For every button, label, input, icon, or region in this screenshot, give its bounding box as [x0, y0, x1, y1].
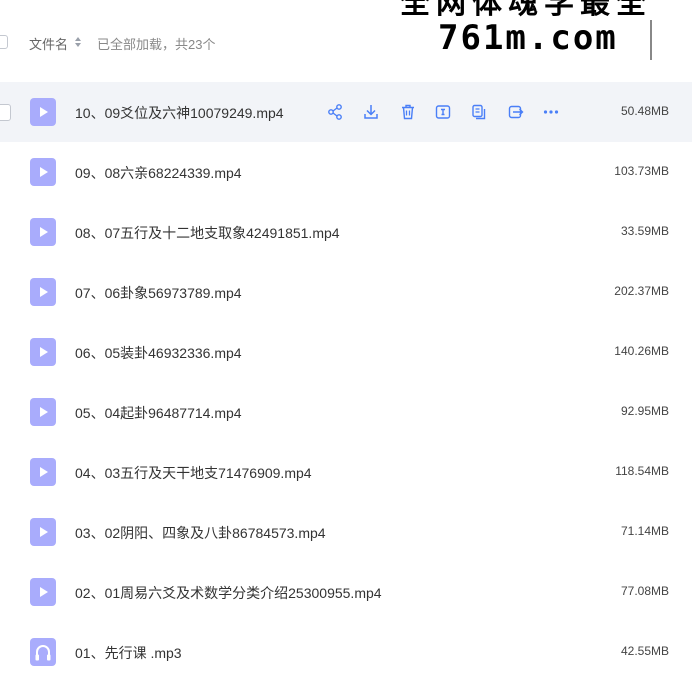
video-file-icon	[30, 98, 56, 126]
file-name[interactable]: 02、01周易六爻及术数学分类介绍25300955.mp4	[75, 583, 382, 603]
file-name[interactable]: 06、05装卦46932336.mp4	[75, 343, 242, 363]
file-name[interactable]: 09、08六亲68224339.mp4	[75, 163, 242, 183]
file-size: 42.55MB	[620, 644, 669, 658]
file-row[interactable]: 05、04起卦96487714.mp4 92.95MB	[0, 382, 692, 442]
video-file-icon	[30, 158, 56, 186]
file-size: 202.37MB	[614, 284, 669, 298]
file-name[interactable]: 03、02阴阳、四象及八卦86784573.mp4	[75, 523, 326, 543]
file-row[interactable]: 07、06卦象56973789.mp4 202.37MB	[0, 262, 692, 322]
rename-icon[interactable]	[434, 103, 452, 121]
sort-icon[interactable]	[74, 36, 82, 48]
video-file-icon	[30, 518, 56, 546]
file-row[interactable]: 01、先行课 .mp3 42.55MB	[0, 622, 692, 682]
row-checkbox[interactable]	[0, 104, 11, 121]
file-size: 92.95MB	[620, 404, 669, 418]
file-size: 71.14MB	[620, 524, 669, 538]
file-list: 10、09爻位及六神10079249.mp4 50.48MB 09、08六亲6822…	[0, 82, 692, 682]
select-all-checkbox[interactable]	[0, 35, 8, 49]
file-size: 118.54MB	[615, 464, 669, 478]
file-name[interactable]: 07、06卦象56973789.mp4	[75, 283, 242, 303]
delete-icon[interactable]	[399, 103, 417, 121]
file-row[interactable]: 09、08六亲68224339.mp4 103.73MB	[0, 142, 692, 202]
file-row[interactable]: 10、09爻位及六神10079249.mp4 50.48MB	[0, 82, 692, 142]
video-file-icon	[30, 218, 56, 246]
share-icon[interactable]	[326, 103, 344, 121]
file-row[interactable]: 06、05装卦46932336.mp4 140.26MB	[0, 322, 692, 382]
file-size: 77.08MB	[620, 584, 669, 598]
file-name[interactable]: 10、09爻位及六神10079249.mp4	[75, 103, 284, 123]
file-name[interactable]: 05、04起卦96487714.mp4	[75, 403, 242, 423]
video-file-icon	[30, 278, 56, 306]
video-file-icon	[30, 458, 56, 486]
audio-file-icon	[30, 638, 56, 666]
video-file-icon	[30, 578, 56, 606]
download-icon[interactable]	[362, 103, 380, 121]
file-size: 103.73MB	[614, 164, 669, 178]
video-file-icon	[30, 338, 56, 366]
more-icon[interactable]	[542, 103, 560, 121]
file-row[interactable]: 03、02阴阳、四象及八卦86784573.mp4 71.14MB	[0, 502, 692, 562]
video-file-icon	[30, 398, 56, 426]
list-header: 文件名 已全部加载，共23个	[0, 22, 692, 62]
sort-by-name-label[interactable]: 文件名	[29, 34, 68, 53]
move-icon[interactable]	[507, 103, 525, 121]
file-row[interactable]: 04、03五行及天干地支71476909.mp4 118.54MB	[0, 442, 692, 502]
file-name[interactable]: 08、07五行及十二地支取象42491851.mp4	[75, 223, 340, 243]
load-status: 已全部加载，共23个	[97, 37, 216, 52]
file-name[interactable]: 04、03五行及天干地支71476909.mp4	[75, 463, 312, 483]
copy-icon[interactable]	[470, 103, 488, 121]
file-size: 33.59MB	[620, 224, 669, 238]
file-size: 140.26MB	[614, 344, 669, 358]
file-size: 50.48MB	[620, 104, 669, 118]
file-name[interactable]: 01、先行课 .mp3	[75, 643, 182, 663]
file-row[interactable]: 02、01周易六爻及术数学分类介绍25300955.mp4 77.08MB	[0, 562, 692, 622]
file-row[interactable]: 08、07五行及十二地支取象42491851.mp4 33.59MB	[0, 202, 692, 262]
